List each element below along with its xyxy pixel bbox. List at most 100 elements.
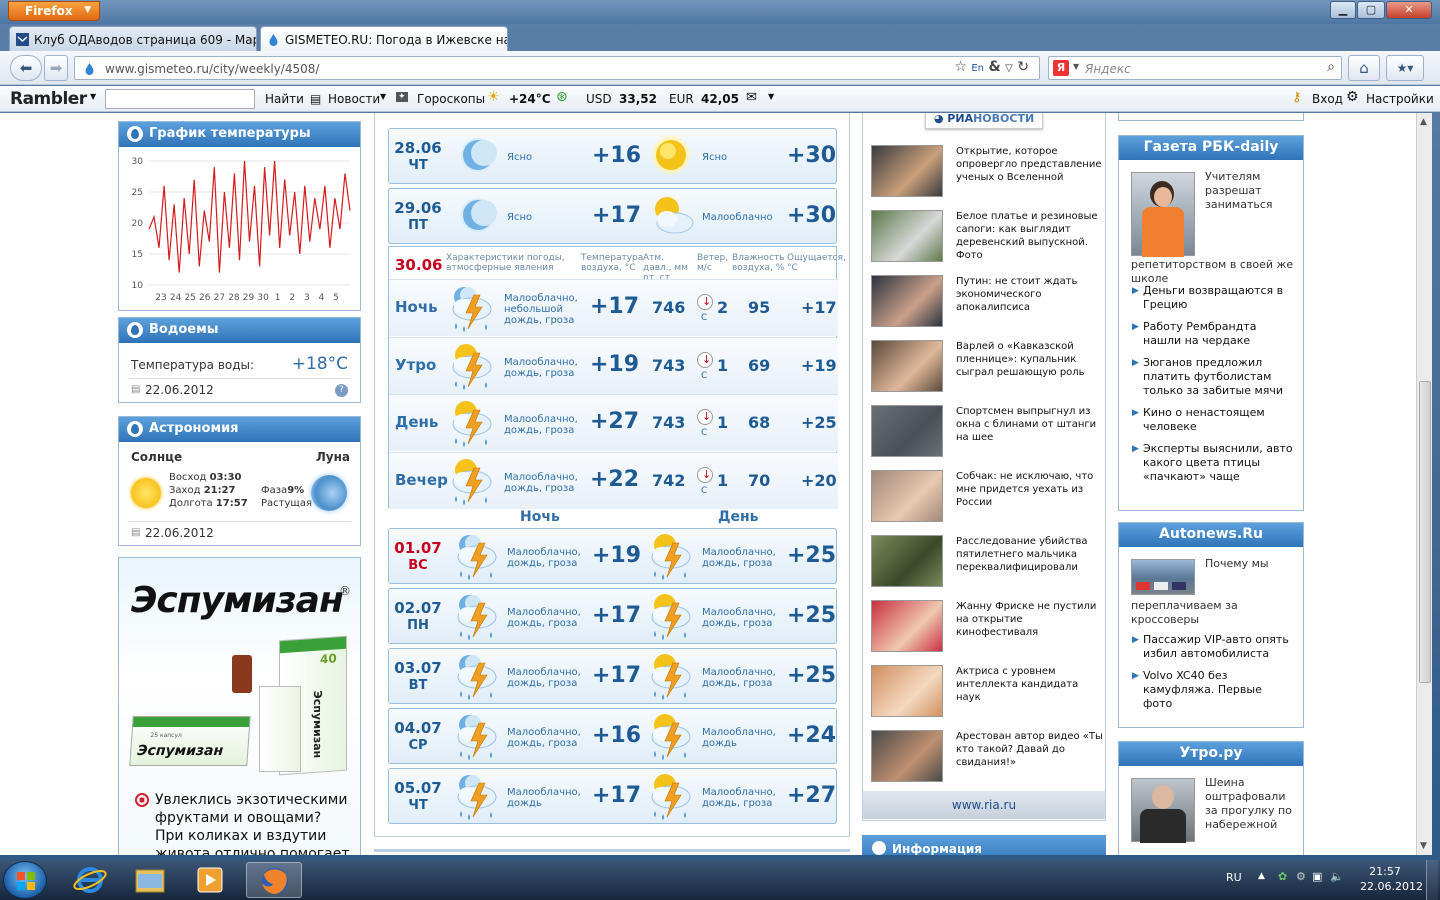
bookmarks-menu-button[interactable]: ★▾	[1386, 55, 1424, 81]
news-thumbnail[interactable]	[871, 405, 943, 457]
autonews-link[interactable]: ▶ Volvo XC40 без камуфляжа. Первые фото	[1132, 669, 1293, 711]
firefox-menu-button[interactable]: Firefox ▼	[8, 1, 100, 21]
rbc-link-text[interactable]: Кино о ненастоящем человеке	[1143, 406, 1265, 433]
news-headline[interactable]: Арестован автор видео «Ты кто такой? Дав…	[956, 730, 1104, 769]
news-headline[interactable]: Открытие, которое опровергло представлен…	[956, 145, 1104, 184]
news-thumbnail[interactable]	[871, 340, 943, 392]
ria-footer[interactable]: www.ria.ru	[863, 791, 1105, 819]
news-thumbnail[interactable]	[871, 145, 943, 197]
news-thumbnail[interactable]	[871, 535, 943, 587]
forecast-day-row[interactable]: 03.07 ВТ Малооблачно, дождь, гроза +17 Малооб…	[388, 648, 837, 704]
minimize-button[interactable]: ▁	[1330, 1, 1356, 19]
news-headline[interactable]: Жанну Фриске не пустили на открытие кино…	[956, 600, 1104, 639]
settings-button[interactable]: Настройки	[1366, 92, 1434, 106]
news-item[interactable]: Собчак: не исключаю, что мне придется уе…	[871, 470, 1101, 530]
language-indicator[interactable]: RU	[1226, 871, 1242, 884]
taskbar-ie-button[interactable]	[62, 862, 118, 898]
rbc-link[interactable]: ▶ Эксперты выяснили, авто какого цвета пт…	[1132, 442, 1293, 484]
rambler-news-button[interactable]: Новости	[328, 92, 380, 106]
forecast-day-row[interactable]: 28.06 ЧТ Ясно +16 Ясно +30	[388, 128, 837, 184]
forecast-day-row[interactable]: 29.06 ПТ Ясно +17 Малооблачно +30	[388, 188, 837, 244]
tray-expand-icon[interactable]: ▲	[1258, 871, 1265, 881]
scroll-down-icon[interactable]: ▼	[1420, 841, 1427, 851]
news-headline[interactable]: Спортсмен выпрыгнул из окна с блинами от…	[956, 405, 1104, 444]
rambler-temperature[interactable]: +24°C	[509, 92, 551, 106]
translate-icon[interactable]: En	[971, 63, 984, 74]
usd-value[interactable]: 33,52	[619, 92, 657, 106]
news-thumbnail[interactable]	[871, 665, 943, 717]
scrollbar-thumb[interactable]	[1419, 381, 1431, 683]
rbc-lead-part2[interactable]: репетиторством в своей же школе	[1131, 258, 1303, 286]
news-item[interactable]: Актриса с уровнем интеллекта кандидата н…	[871, 665, 1101, 725]
news-item[interactable]: Спортсмен выпрыгнул из окна с блинами от…	[871, 405, 1101, 465]
search-icon[interactable]: ⌕	[1327, 59, 1335, 75]
news-item[interactable]: Арестован автор видео «Ты кто такой? Дав…	[871, 730, 1104, 790]
news-headline[interactable]: Белое платье и резиновые сапоги: как выг…	[956, 210, 1104, 262]
news-thumbnail[interactable]	[871, 210, 943, 262]
login-button[interactable]: Вход	[1312, 92, 1343, 106]
rbc-link[interactable]: ▶ Работу Рембрандта нашли на чердаке	[1132, 320, 1293, 348]
rbc-link[interactable]: ▶ Деньги возвращаются в Грецию	[1132, 284, 1293, 312]
forecast-day-row[interactable]: 01.07 ВС Малооблачно, дождь, гроза +19 Малооб…	[388, 528, 837, 584]
show-desktop-button[interactable]	[1426, 860, 1438, 900]
taskbar-firefox-button[interactable]	[246, 862, 302, 898]
news-dropdown-icon[interactable]: ▼	[380, 92, 386, 101]
news-item[interactable]: Жанну Фриске не пустили на открытие кино…	[871, 600, 1101, 660]
rbc-lead-part1[interactable]: Учителям разрешат заниматься	[1205, 170, 1295, 212]
vertical-scrollbar[interactable]: ▲ ▼	[1416, 113, 1432, 855]
news-item[interactable]: Открытие, которое опровергло представлен…	[871, 145, 1104, 205]
tab-gismeteo[interactable]: GISMETEO.RU: Погода в Ижевске на...	[260, 26, 508, 51]
maximize-button[interactable]: ▢	[1357, 1, 1385, 19]
clock[interactable]: 21:57 22.06.2012	[1360, 864, 1423, 894]
autonews-photo[interactable]	[1131, 559, 1195, 595]
rbc-link[interactable]: ▶ Зюганов предложил платить футболистам т…	[1132, 356, 1293, 398]
rambler-find-button[interactable]: Найти	[265, 92, 304, 106]
start-button[interactable]	[3, 861, 47, 899]
scroll-up-icon[interactable]: ▲	[1420, 117, 1427, 127]
network-icon[interactable]: ▣	[1312, 870, 1322, 883]
autonews-title[interactable]: Autonews.Ru	[1119, 523, 1303, 547]
taskbar-media-player-button[interactable]	[182, 862, 238, 898]
home-button[interactable]: ⌂	[1348, 55, 1380, 81]
utro-photo[interactable]	[1131, 778, 1195, 843]
rbc-link[interactable]: ▶ Кино о ненастоящем человеке	[1132, 406, 1293, 434]
back-button[interactable]: ⬅	[10, 55, 42, 81]
url-bar[interactable]: www.gismeteo.ru/city/weekly/4508/ ☆ En &…	[74, 56, 1040, 80]
mail-icon[interactable]: ✉	[746, 90, 757, 105]
close-button[interactable]: ✕	[1386, 1, 1432, 19]
forecast-day-row[interactable]: 04.07 СР Малооблачно, дождь, гроза +16 Малооб…	[388, 708, 837, 764]
rbc-link-text[interactable]: Эксперты выяснили, авто какого цвета пти…	[1143, 442, 1293, 483]
espumisan-ad[interactable]: Эспумизан ® 40 Эспумизан 25 капсул Эспум…	[118, 557, 361, 855]
forecast-day-row[interactable]: 05.07 ЧТ Малооблачно, дождь +17 Малооблачно, д…	[388, 768, 837, 824]
news-headline[interactable]: Варлей о «Кавказской пленнице»: купальни…	[956, 340, 1104, 379]
help-icon[interactable]: ?	[335, 384, 348, 397]
autonews-link[interactable]: ▶ Пассажир VIP-авто опять избил автомобил…	[1132, 633, 1293, 661]
rbc-link-text[interactable]: Деньги возвращаются в Грецию	[1143, 284, 1283, 311]
ria-footer-link[interactable]: www.ria.ru	[952, 798, 1016, 812]
dropdown-history-icon[interactable]: ▽	[1005, 63, 1013, 74]
news-thumbnail[interactable]	[871, 600, 943, 652]
yandex-engine-icon[interactable]: Я	[1053, 60, 1069, 76]
ria-logo[interactable]: ◕ РИАНОВОСТИ	[925, 113, 1043, 129]
news-thumbnail[interactable]	[871, 730, 943, 782]
engine-dropdown-icon[interactable]: ▼	[1073, 62, 1079, 71]
volume-icon[interactable]: 🔈	[1330, 870, 1344, 883]
autonews-lead-part1[interactable]: Почему мы	[1205, 557, 1299, 571]
tray-app-icon[interactable]: ✿	[1278, 870, 1287, 883]
autonews-link-text[interactable]: Пассажир VIP-авто опять избил автомобили…	[1143, 633, 1289, 660]
rbc-link-text[interactable]: Зюганов предложил платить футболистам то…	[1143, 356, 1283, 397]
autonews-link-text[interactable]: Volvo XC40 без камуфляжа. Первые фото	[1143, 669, 1262, 710]
search-bar[interactable]: Я ▼ Яндекс ⌕	[1048, 56, 1342, 80]
ampersand-icon[interactable]: &	[988, 59, 1000, 75]
news-thumbnail[interactable]	[871, 275, 943, 327]
rambler-logo[interactable]: Rambler	[10, 89, 87, 109]
rbc-link-text[interactable]: Работу Рембрандта нашли на чердаке	[1143, 320, 1256, 347]
news-item[interactable]: Путин: не стоит ждать экономического апо…	[871, 275, 1101, 335]
tray-network-settings-icon[interactable]: ⚙	[1296, 870, 1306, 883]
utro-title[interactable]: Утро.ру	[1119, 742, 1303, 766]
eur-value[interactable]: 42,05	[701, 92, 739, 106]
rbc-title[interactable]: Газета РБК-daily	[1119, 136, 1303, 160]
taskbar-explorer-button[interactable]	[122, 862, 178, 898]
reload-icon[interactable]: ↻	[1017, 59, 1029, 75]
forecast-day-row[interactable]: 02.07 ПН Малооблачно, дождь, гроза +17 Малооб…	[388, 588, 837, 644]
